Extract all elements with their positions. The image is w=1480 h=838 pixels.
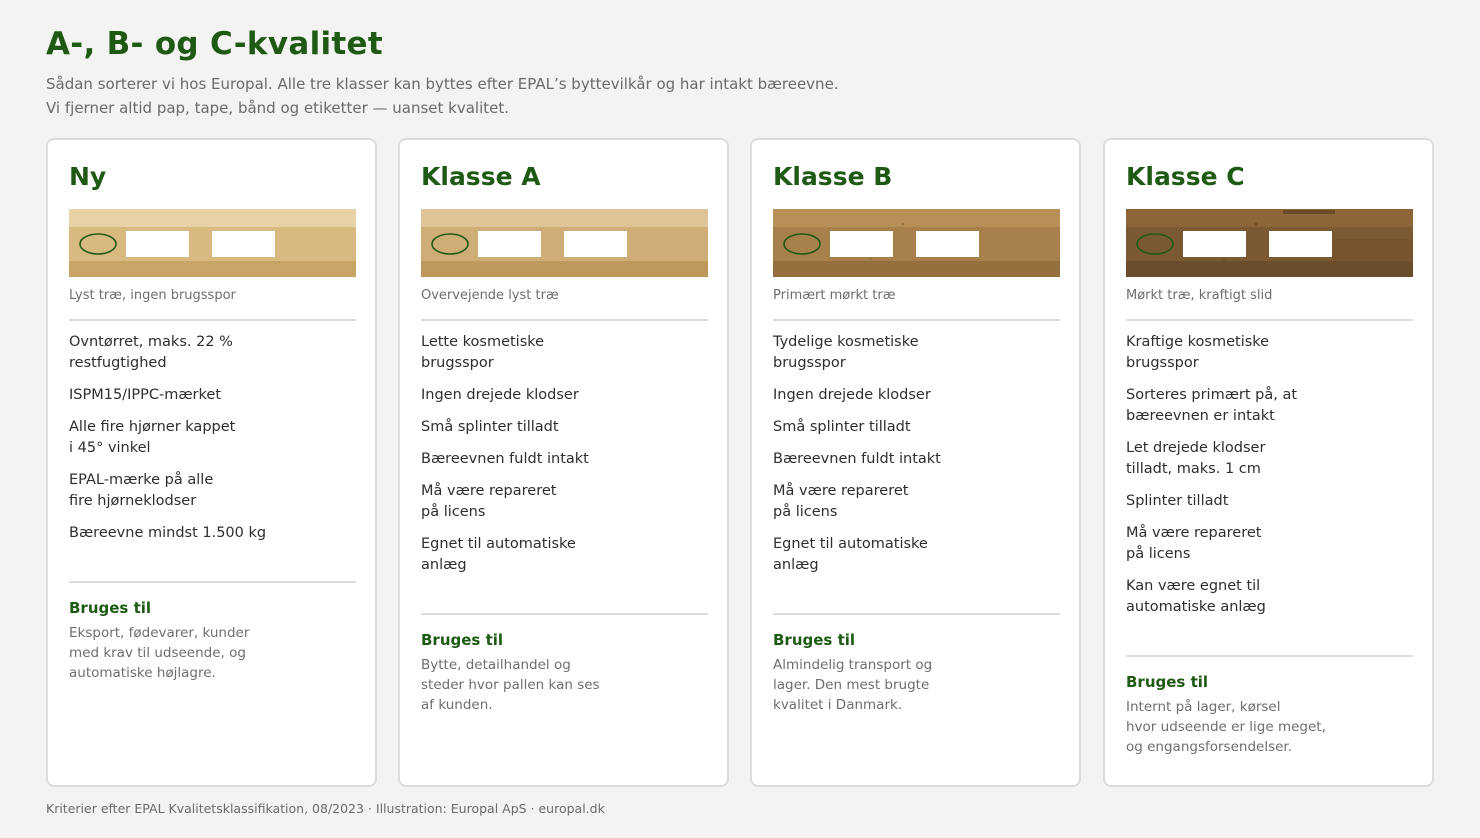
usage-title: Bruges til [69, 599, 152, 617]
card-klasse-c: Klasse C Mørkt træ, kraftigt slid Krafti… [1103, 138, 1434, 787]
criteria-list: Tydelige kosmetiske brugsspor Ingen dreje… [773, 332, 1060, 587]
card-caption: Mørkt træ, kraftigt slid [1126, 288, 1273, 303]
fork-opening [916, 231, 979, 257]
pallet-top-board [773, 209, 1060, 227]
wear-mark [1283, 210, 1335, 214]
criteria-item: Bæreevnen fuldt intakt [773, 451, 941, 467]
card-caption: Primært mørkt træ [773, 288, 896, 303]
criteria-item: Små splinter tilladt [773, 419, 911, 435]
usage-block: Bruges til Internt på lager, kørsel hvor… [1126, 673, 1413, 757]
usage-block: Bruges til Bytte, detailhandel og steder… [421, 631, 708, 715]
pallet-bottom-board [69, 261, 356, 277]
criteria-item: Bæreevne mindst 1.500 kg [69, 525, 267, 541]
criteria-item: Egnet til automatiske anlæg [421, 536, 576, 573]
usage-text: Internt på lager, kørsel hvor udseende e… [1126, 699, 1326, 755]
page-title: A-, B- og C-kvalitet [46, 26, 383, 62]
divider [421, 613, 708, 615]
usage-text: Almindelig transport og lager. Den mest … [773, 657, 933, 713]
criteria-item: Kraftige kosmetiske brugsspor [1126, 334, 1270, 371]
wear-mark [1333, 239, 1413, 261]
divider [1126, 319, 1413, 321]
pallet-top-board [1126, 209, 1413, 227]
intro-line-1: Sådan sorterer vi hos Europal. Alle tre … [46, 75, 839, 93]
card-title: Klasse C [1126, 162, 1245, 191]
criteria-item: Alle fire hjørner kappet i 45° vinkel [69, 419, 236, 456]
fork-opening [1183, 231, 1246, 257]
pallet-bottom-board [421, 261, 708, 277]
pallet-illustration [69, 209, 356, 277]
pallet-illustration [421, 209, 708, 277]
divider [421, 319, 708, 321]
divider [69, 319, 356, 321]
page-intro: Sådan sorterer vi hos Europal. Alle tre … [46, 72, 839, 120]
pallet-illustration [1126, 209, 1413, 277]
criteria-item: Ovntørret, maks. 22 % restfugtighed [69, 334, 233, 371]
card-caption: Lyst træ, ingen brugsspor [69, 288, 236, 303]
card-title: Ny [69, 162, 107, 191]
usage-title: Bruges til [1126, 673, 1209, 691]
usage-block: Bruges til Eksport, fødevarer, kunder me… [69, 599, 356, 683]
criteria-item: Let drejede klodser tilladt, maks. 1 cm [1126, 440, 1266, 477]
pallet-top-board [69, 209, 356, 227]
criteria-item: Sorteres primært på, at bæreevnen er int… [1126, 387, 1298, 424]
pallet-illustration [773, 209, 1060, 277]
usage-text: Eksport, fødevarer, kunder med krav til … [69, 625, 250, 681]
wear-mark [901, 222, 905, 226]
pallet-bottom-board [773, 261, 1060, 277]
card-klasse-b: Klasse B Primært mørkt træ Tydelige kosm… [750, 138, 1081, 787]
usage-title: Bruges til [773, 631, 856, 649]
criteria-item: ISPM15/IPPC-mærket [69, 387, 222, 403]
divider [69, 581, 356, 583]
criteria-item: Ingen drejede klodser [773, 387, 931, 403]
criteria-item: Tydelige kosmetiske brugsspor [773, 334, 919, 371]
fork-opening [830, 231, 893, 257]
usage-text: Bytte, detailhandel og steder hvor palle… [421, 657, 600, 713]
criteria-list: Kraftige kosmetiske brugsspor Sorteres pr… [1126, 332, 1413, 629]
pallet-bottom-board [1126, 261, 1413, 277]
fork-opening [126, 231, 189, 257]
criteria-item: Må være repareret på licens [421, 483, 557, 520]
card-title: Klasse A [421, 162, 541, 191]
criteria-item: Ingen drejede klodser [421, 387, 579, 403]
pallet-top-board [421, 209, 708, 227]
divider [773, 613, 1060, 615]
divider [773, 319, 1060, 321]
criteria-item: Bæreevnen fuldt intakt [421, 451, 589, 467]
criteria-item: Små splinter tilladt [421, 419, 559, 435]
quality-cards: Ny Lyst træ, ingen brugsspor Ovntørret, … [46, 138, 1435, 787]
criteria-item: Splinter tilladt [1126, 493, 1229, 509]
card-klasse-a: Klasse A Overvejende lyst træ Lette kosm… [398, 138, 729, 787]
criteria-list: Ovntørret, maks. 22 % restfugtighed ISPM1… [69, 332, 356, 555]
fork-opening [1269, 231, 1332, 257]
criteria-item: EPAL-mærke på alle fire hjørneklodser [69, 472, 214, 509]
divider [1126, 655, 1413, 657]
intro-line-2: Vi fjerner altid pap, tape, bånd og etik… [46, 99, 510, 117]
footer-credit: Kriterier efter EPAL Kvalitetsklassifika… [46, 801, 605, 816]
criteria-item: Må være repareret på licens [773, 483, 909, 520]
fork-opening [478, 231, 541, 257]
criteria-list: Lette kosmetiske brugsspor Ingen drejede … [421, 332, 708, 587]
wear-mark [1254, 222, 1258, 226]
usage-block: Bruges til Almindelig transport og lager… [773, 631, 1060, 715]
card-caption: Overvejende lyst træ [421, 288, 559, 303]
criteria-item: Lette kosmetiske brugsspor [421, 334, 545, 371]
criteria-item: Egnet til automatiske anlæg [773, 536, 928, 573]
criteria-item: Kan være egnet til automatiske anlæg [1126, 578, 1266, 615]
usage-title: Bruges til [421, 631, 504, 649]
wear-mark [1222, 257, 1226, 261]
fork-opening [212, 231, 275, 257]
criteria-item: Må være repareret på licens [1126, 525, 1262, 562]
fork-opening [564, 231, 627, 257]
card-ny: Ny Lyst træ, ingen brugsspor Ovntørret, … [46, 138, 377, 787]
wear-mark [869, 257, 873, 261]
card-title: Klasse B [773, 162, 893, 191]
